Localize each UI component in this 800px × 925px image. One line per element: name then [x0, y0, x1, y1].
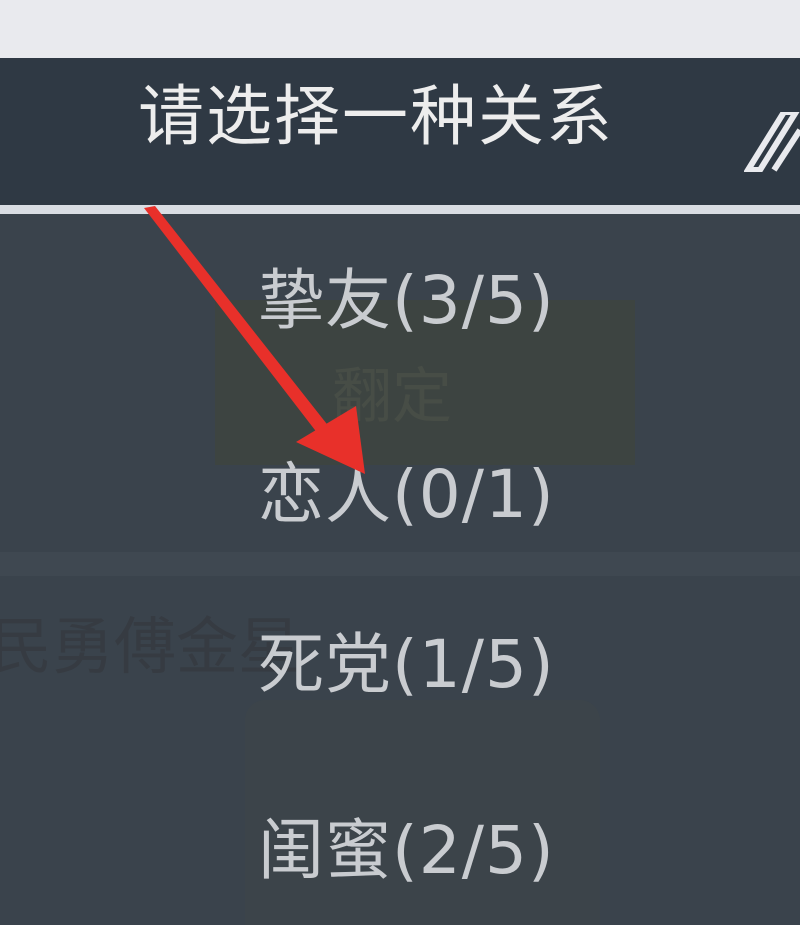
- top-status-strip: [0, 0, 800, 58]
- edit-pencil-icon[interactable]: [742, 109, 800, 173]
- relationship-option-lover[interactable]: 恋人(0/1): [258, 462, 555, 528]
- background-panel-text: 翻定: [332, 362, 452, 432]
- background-left-text: 民勇傅金星: [0, 610, 301, 683]
- relationship-option-buddy[interactable]: 死党(1/5): [258, 632, 555, 698]
- dialog-title: 请选择一种关系: [138, 78, 614, 155]
- relationship-option-bestie[interactable]: 闺蜜(2/5): [258, 818, 555, 884]
- relationship-option-best-friend[interactable]: 挚友(3/5): [258, 268, 555, 334]
- relationship-dialog-screen: 请选择一种关系 翻定 民勇傅金星 挚友(3/5) 恋人(0/1) 死党(1/5)…: [0, 0, 800, 925]
- background-row-line: [0, 552, 800, 576]
- header-divider: [0, 205, 800, 214]
